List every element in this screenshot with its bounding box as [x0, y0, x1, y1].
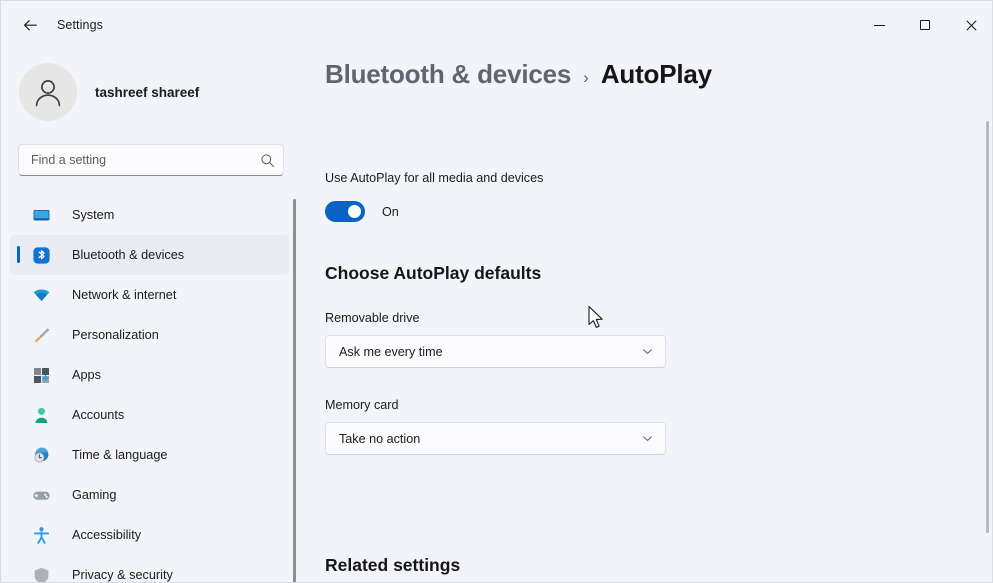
sidebar-item-label: Gaming	[72, 488, 117, 502]
window-controls	[856, 1, 992, 49]
sidebar-item-label: Bluetooth & devices	[72, 248, 185, 262]
sidebar-item-personalization[interactable]: Personalization	[10, 315, 289, 355]
person-avatar-icon	[35, 80, 61, 107]
maximize-icon	[920, 20, 930, 30]
sidebar-item-label: System	[72, 208, 115, 222]
removable-drive-dropdown[interactable]: Ask me every time	[325, 335, 666, 368]
autoplay-toggle-state: On	[382, 204, 399, 219]
breadcrumb: Bluetooth & devices › AutoPlay	[325, 59, 712, 90]
chevron-down-icon	[643, 436, 652, 442]
sidebar-item-label: Accounts	[72, 408, 125, 422]
clock-globe-icon	[30, 444, 52, 466]
section-title-related-settings: Related settings	[325, 555, 461, 575]
sidebar-item-gaming[interactable]: Gaming	[10, 475, 289, 515]
autoplay-toggle-switch[interactable]	[325, 201, 365, 222]
sidebar-item-label: Network & internet	[72, 288, 177, 302]
close-button[interactable]	[948, 1, 992, 49]
search-box[interactable]	[18, 144, 284, 176]
sidebar-item-label: Privacy & security	[72, 568, 173, 582]
account-person-icon	[30, 404, 52, 426]
minimize-icon	[873, 24, 885, 26]
search-box-wrapper	[18, 144, 284, 176]
settings-window: Settings tashreef shareef Find a setting…	[0, 0, 993, 583]
sidebar-nav-list: System Bluetooth & devices Network & int…	[1, 195, 297, 582]
section-title-autoplay-defaults: Choose AutoPlay defaults	[325, 263, 542, 283]
search-icon[interactable]	[260, 153, 275, 168]
page-title: AutoPlay	[600, 59, 712, 89]
selection-indicator	[17, 246, 20, 263]
maximize-button[interactable]	[902, 1, 948, 49]
avatar	[19, 63, 77, 121]
monitor-icon	[30, 204, 52, 226]
bluetooth-icon	[30, 244, 52, 266]
wifi-icon	[30, 284, 52, 306]
gamepad-icon	[30, 484, 52, 506]
autoplay-toggle-label: Use AutoPlay for all media and devices	[325, 171, 544, 185]
content-area: Bluetooth & devices › AutoPlay Use AutoP…	[297, 49, 992, 582]
account-block[interactable]: tashreef shareef	[1, 49, 297, 125]
sidebar-item-system[interactable]: System	[10, 195, 289, 235]
toggle-knob	[348, 205, 361, 218]
sidebar-item-label: Apps	[72, 368, 101, 382]
title-bar: Settings	[1, 1, 992, 49]
memory-card-label: Memory card	[325, 398, 399, 412]
paintbrush-icon	[30, 324, 52, 346]
search-input[interactable]	[31, 153, 260, 167]
accessibility-person-icon	[30, 524, 52, 546]
memory-card-value: Take no action	[339, 431, 421, 446]
breadcrumb-parent[interactable]: Bluetooth & devices	[325, 59, 571, 90]
sidebar-item-accessibility[interactable]: Accessibility	[10, 515, 289, 555]
app-title: Settings	[57, 18, 103, 32]
minimize-button[interactable]	[856, 1, 902, 49]
breadcrumb-separator-icon: ›	[583, 68, 589, 87]
sidebar-item-apps[interactable]: Apps	[10, 355, 289, 395]
sidebar-item-accounts[interactable]: Accounts	[10, 395, 289, 435]
apps-grid-icon	[30, 364, 52, 386]
sidebar-item-bluetooth-devices[interactable]: Bluetooth & devices	[10, 235, 289, 275]
sidebar-item-privacy-security[interactable]: Privacy & security	[10, 555, 289, 582]
sidebar-item-network-internet[interactable]: Network & internet	[10, 275, 289, 315]
content-scrollbar[interactable]	[986, 121, 989, 533]
memory-card-dropdown[interactable]: Take no action	[325, 422, 666, 455]
removable-drive-label: Removable drive	[325, 311, 420, 325]
sidebar-scrollbar[interactable]	[293, 199, 296, 582]
autoplay-toggle-row: On	[325, 201, 399, 222]
account-name: tashreef shareef	[95, 84, 200, 100]
sidebar-item-label: Accessibility	[72, 528, 142, 542]
sidebar-item-label: Time & language	[72, 448, 168, 462]
back-button[interactable]	[13, 10, 47, 40]
removable-drive-value: Ask me every time	[339, 344, 443, 359]
shield-lock-icon	[30, 564, 52, 582]
close-icon	[965, 19, 977, 31]
sidebar: tashreef shareef Sys	[1, 49, 297, 582]
sidebar-item-label: Personalization	[72, 328, 159, 342]
sidebar-item-time-language[interactable]: Time & language	[10, 435, 289, 475]
chevron-down-icon	[643, 349, 652, 355]
back-arrow-icon	[23, 19, 37, 30]
